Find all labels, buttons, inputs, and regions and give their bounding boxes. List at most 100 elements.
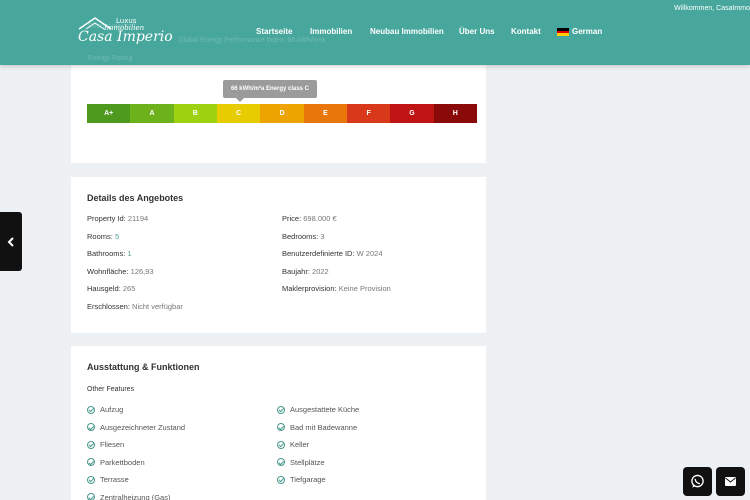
feature-item: Zentralheizung (Gas) [87,493,170,500]
detail-row: Baujahr: 2022 [282,267,329,276]
side-panel-toggle[interactable] [0,212,22,271]
check-circle-icon [277,475,285,484]
feature-label: Ausgestattete Küche [290,405,360,414]
mail-button[interactable] [716,467,745,496]
feature-item: Parkettboden [87,458,145,467]
check-circle-icon [87,475,95,484]
chevron-left-icon [7,236,14,247]
mail-icon [725,477,736,486]
detail-label: Benutzerdefinierte ID: [282,249,355,258]
energy-class-f: F [346,104,391,123]
detail-label: Bedrooms: [282,231,319,241]
nav-ueber-uns[interactable]: Über Uns [459,27,495,36]
check-circle-icon [87,458,95,466]
detail-label: Rooms: [87,231,113,241]
detail-value: W 2024 [356,249,383,258]
feature-label: Ausgezeichneter Zustand [100,422,186,432]
detail-value: Keine Provision [338,284,391,293]
detail-row: Price: 698.000 € [282,214,337,223]
feature-label: Keller [290,440,310,449]
energy-class-e: E [303,104,347,123]
feature-item: Keller [277,440,309,449]
feature-item: Fliesen [87,440,124,449]
detail-value: 2022 [312,266,329,276]
check-circle-icon [87,423,95,431]
energy-class-g: G [390,104,434,123]
detail-row: Rooms: 5 [87,232,119,241]
ghost-energy-rating: Energy Rating [88,55,133,62]
energy-class-aplus: A+ [87,104,131,123]
detail-label: Hausgeld: [87,284,121,293]
logo[interactable]: Luxus Immobilien Casa Imperio [76,14,173,48]
detail-row: Benutzerdefinierte ID: W 2024 [282,249,383,258]
detail-label: Erschlossen: [87,301,130,311]
detail-label: Property Id: [87,214,126,223]
feature-label: Stellplätze [290,457,325,467]
feature-item: Stellplätze [277,458,325,467]
whatsapp-button[interactable] [683,467,712,496]
detail-row: Bedrooms: 3 [282,232,325,241]
feature-label: Terrasse [100,475,129,484]
detail-row: Bathrooms: 1 [87,249,132,258]
nav-language[interactable]: German [572,27,602,36]
detail-value: 5 [114,231,120,241]
ghost-energy-class: Energy class: C [88,23,138,30]
detail-value: 21194 [127,214,149,223]
nav-startseite[interactable]: Startseite [256,27,292,36]
detail-value: 3 [320,231,325,241]
detail-value: 126,93 [130,266,154,276]
feature-item: Tiefgarage [277,475,326,484]
check-circle-icon [277,405,285,414]
energy-class-d: D [260,104,304,123]
energy-scale: A+ A B C D E F G H [87,104,477,123]
detail-label: Baujahr: [282,266,310,276]
detail-row: Property Id: 21194 [87,214,148,223]
energy-class-a: A [130,104,174,123]
details-card: Details des Angebotes Property Id: 21194… [71,177,486,333]
nav-neubau-immobilien[interactable]: Neubau Immobilien [370,27,444,36]
feature-label: Aufzug [100,405,124,414]
detail-value: 698.000 € [303,214,337,223]
energy-class-b: B [173,104,217,123]
logo-line3: Casa Imperio [78,29,173,45]
check-circle-icon [277,423,285,431]
feature-label: Tiefgarage [290,475,326,484]
nav-kontakt[interactable]: Kontakt [511,27,541,36]
feature-label: Parkettboden [100,457,145,467]
detail-label: Maklerprovision: [282,284,337,293]
check-circle-icon [87,440,95,449]
whatsapp-icon [691,474,704,488]
energy-card: 66 kWh/m²a Energy class C A+ A B C D E F G H [71,65,486,163]
detail-row: Erschlossen: Nicht verfügbar [87,302,183,311]
energy-class-h: H [433,104,477,123]
detail-row: Maklerprovision: Keine Provision [282,284,391,293]
details-title: Details des Angebotes [87,193,184,203]
energy-tooltip: 66 kWh/m²a Energy class C [223,80,317,102]
feature-item: Bad mit Badewanne [277,423,357,432]
detail-label: Bathrooms: [87,249,126,258]
features-card: Ausstattung & Funktionen Other Features … [71,346,486,500]
nav-immobilien[interactable]: Immobilien [310,27,352,36]
feature-label: Bad mit Badewanne [290,422,358,432]
check-circle-icon [277,458,285,466]
feature-label: Zentralheizung (Gas) [100,492,171,500]
detail-value: 265 [122,284,136,293]
energy-class-c: C [216,104,261,123]
features-subtitle: Other Features [87,386,135,393]
detail-value: Nicht verfügbar [132,301,183,311]
detail-row: Wohnfläche: 126,93 [87,267,154,276]
check-circle-icon [277,440,285,449]
german-flag-icon [557,28,569,36]
detail-label: Wohnfläche: [87,266,129,276]
feature-item: Aufzug [87,405,123,414]
detail-value: 1 [127,249,132,258]
ghost-energy-index: Global Energy Performance Index: 66 kWh/… [178,37,326,44]
feature-item: Ausgezeichneter Zustand [87,423,185,432]
feature-label: Fliesen [100,440,125,449]
check-circle-icon [87,493,95,500]
check-circle-icon [87,405,95,414]
feature-item: Ausgestattete Küche [277,405,359,414]
detail-label: Price: [282,214,302,223]
welcome-text[interactable]: Willkommen, CasaImmo [674,5,750,12]
features-title: Ausstattung & Funktionen [87,362,200,372]
